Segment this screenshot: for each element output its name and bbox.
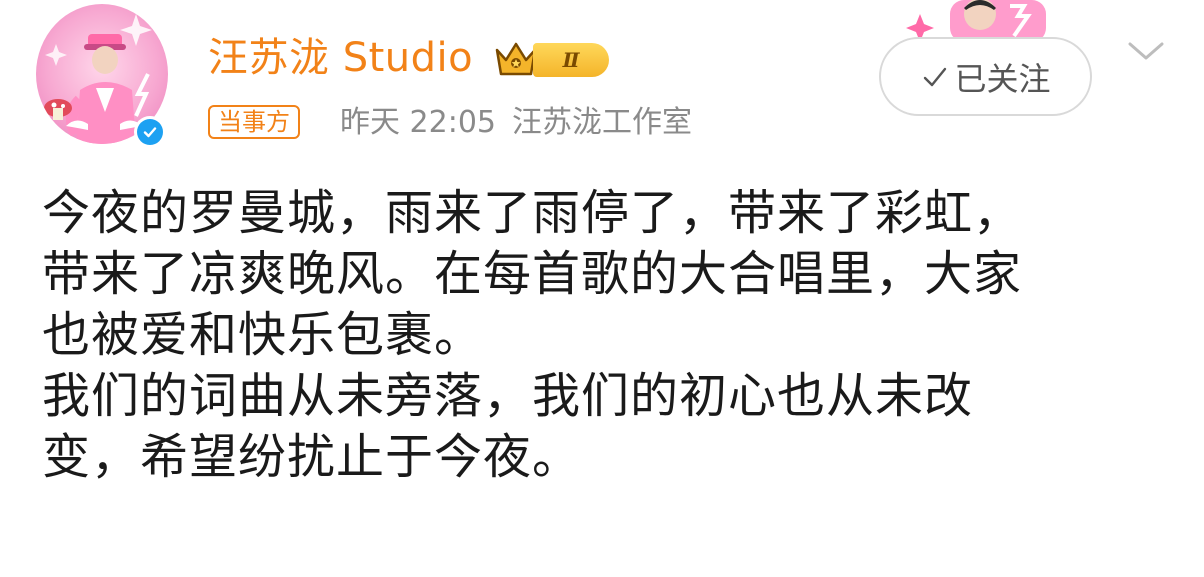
account-name[interactable]: 汪苏泷 Studio [208,30,473,86]
post-line: 也被爱和快乐包裹。 [42,307,484,363]
post-meta: 昨天 22:05 汪苏泷工作室 [340,102,692,144]
verified-check-icon [137,119,163,145]
chevron-down-icon[interactable] [1126,36,1166,66]
level-badge: Ⅱ [533,43,609,77]
post-line: 我们的词曲从未旁落，我们的初心也从未改 [42,368,974,424]
check-icon [924,67,947,86]
post-text: 今夜的罗曼城，雨来了雨停了，带来了彩虹， 带来了凉爽晚风。在每首歌的大合唱里，大… [42,183,1142,488]
post-source[interactable]: 汪苏泷工作室 [512,105,692,140]
post-line: 带来了凉爽晚风。在每首歌的大合唱里，大家 [42,246,1023,302]
avatar[interactable] [36,4,174,148]
following-label: 已关注 [954,59,1051,98]
post-line: 今夜的罗曼城，雨来了雨停了，带来了彩虹， [42,185,1023,241]
post-time: 昨天 22:05 [340,105,496,140]
following-button[interactable]: 已关注 [879,37,1092,116]
verified-badge [134,116,166,148]
post-line: 变，希望纷扰止于今夜。 [42,429,582,485]
party-tag: 当事方 [208,105,300,139]
card-decoration [906,0,1058,42]
